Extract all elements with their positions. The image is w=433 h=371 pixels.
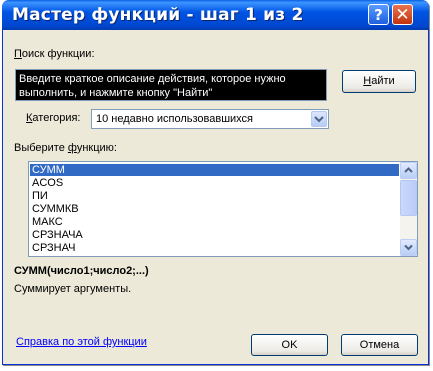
category-value: 10 недавно использовавшихся [96,113,254,125]
function-list-label: Выберите функцию: [14,142,117,154]
list-item[interactable]: ПИ [30,190,399,202]
list-item[interactable]: СУММКВ [30,203,399,215]
category-label: Категория: [26,112,81,124]
category-select[interactable]: 10 недавно использовавшихся [91,109,329,129]
ok-button[interactable]: OK [251,334,328,356]
scroll-down-button[interactable] [400,239,417,256]
dropdown-button[interactable] [311,111,327,127]
chevron-down-icon [314,116,324,123]
dialog-window: Мастер функций - шаг 1 из 2 ? ✕ Поиск фу… [2,0,429,365]
help-button[interactable]: ? [368,4,389,25]
scroll-up-button[interactable] [400,162,417,179]
dialog-title: Мастер функций - шаг 1 из 2 [12,5,304,25]
chevron-down-icon [404,244,413,251]
chevron-up-icon [404,167,413,173]
help-link[interactable]: Справка по этой функции [16,336,147,348]
title-bar[interactable]: Мастер функций - шаг 1 из 2 ? ✕ [2,0,429,30]
list-scrollbar[interactable] [400,162,417,256]
close-button[interactable]: ✕ [392,4,413,25]
list-item[interactable]: СУММ [30,164,399,176]
function-signature: СУММ(число1;число2;...) [14,265,149,277]
list-item[interactable]: СРЗНАЧА [30,229,399,241]
search-input[interactable]: Введите краткое описание действия, котор… [15,69,327,101]
list-item[interactable]: ACOS [30,177,399,189]
close-icon: ✕ [395,5,410,25]
list-item[interactable]: СРЗНАЧ [30,242,399,254]
find-button[interactable]: Найти [342,70,416,93]
cancel-button[interactable]: Отмена [341,334,418,356]
list-item[interactable]: МАКС [30,216,399,228]
scroll-thumb[interactable] [400,180,417,216]
search-label: Поиск функции: [14,48,95,60]
help-icon: ? [374,6,383,24]
function-list[interactable]: СУММ ACOS ПИ СУММКВ МАКС СРЗНАЧА СРЗНАЧ [28,161,418,257]
function-description: Суммирует аргументы. [14,283,132,295]
